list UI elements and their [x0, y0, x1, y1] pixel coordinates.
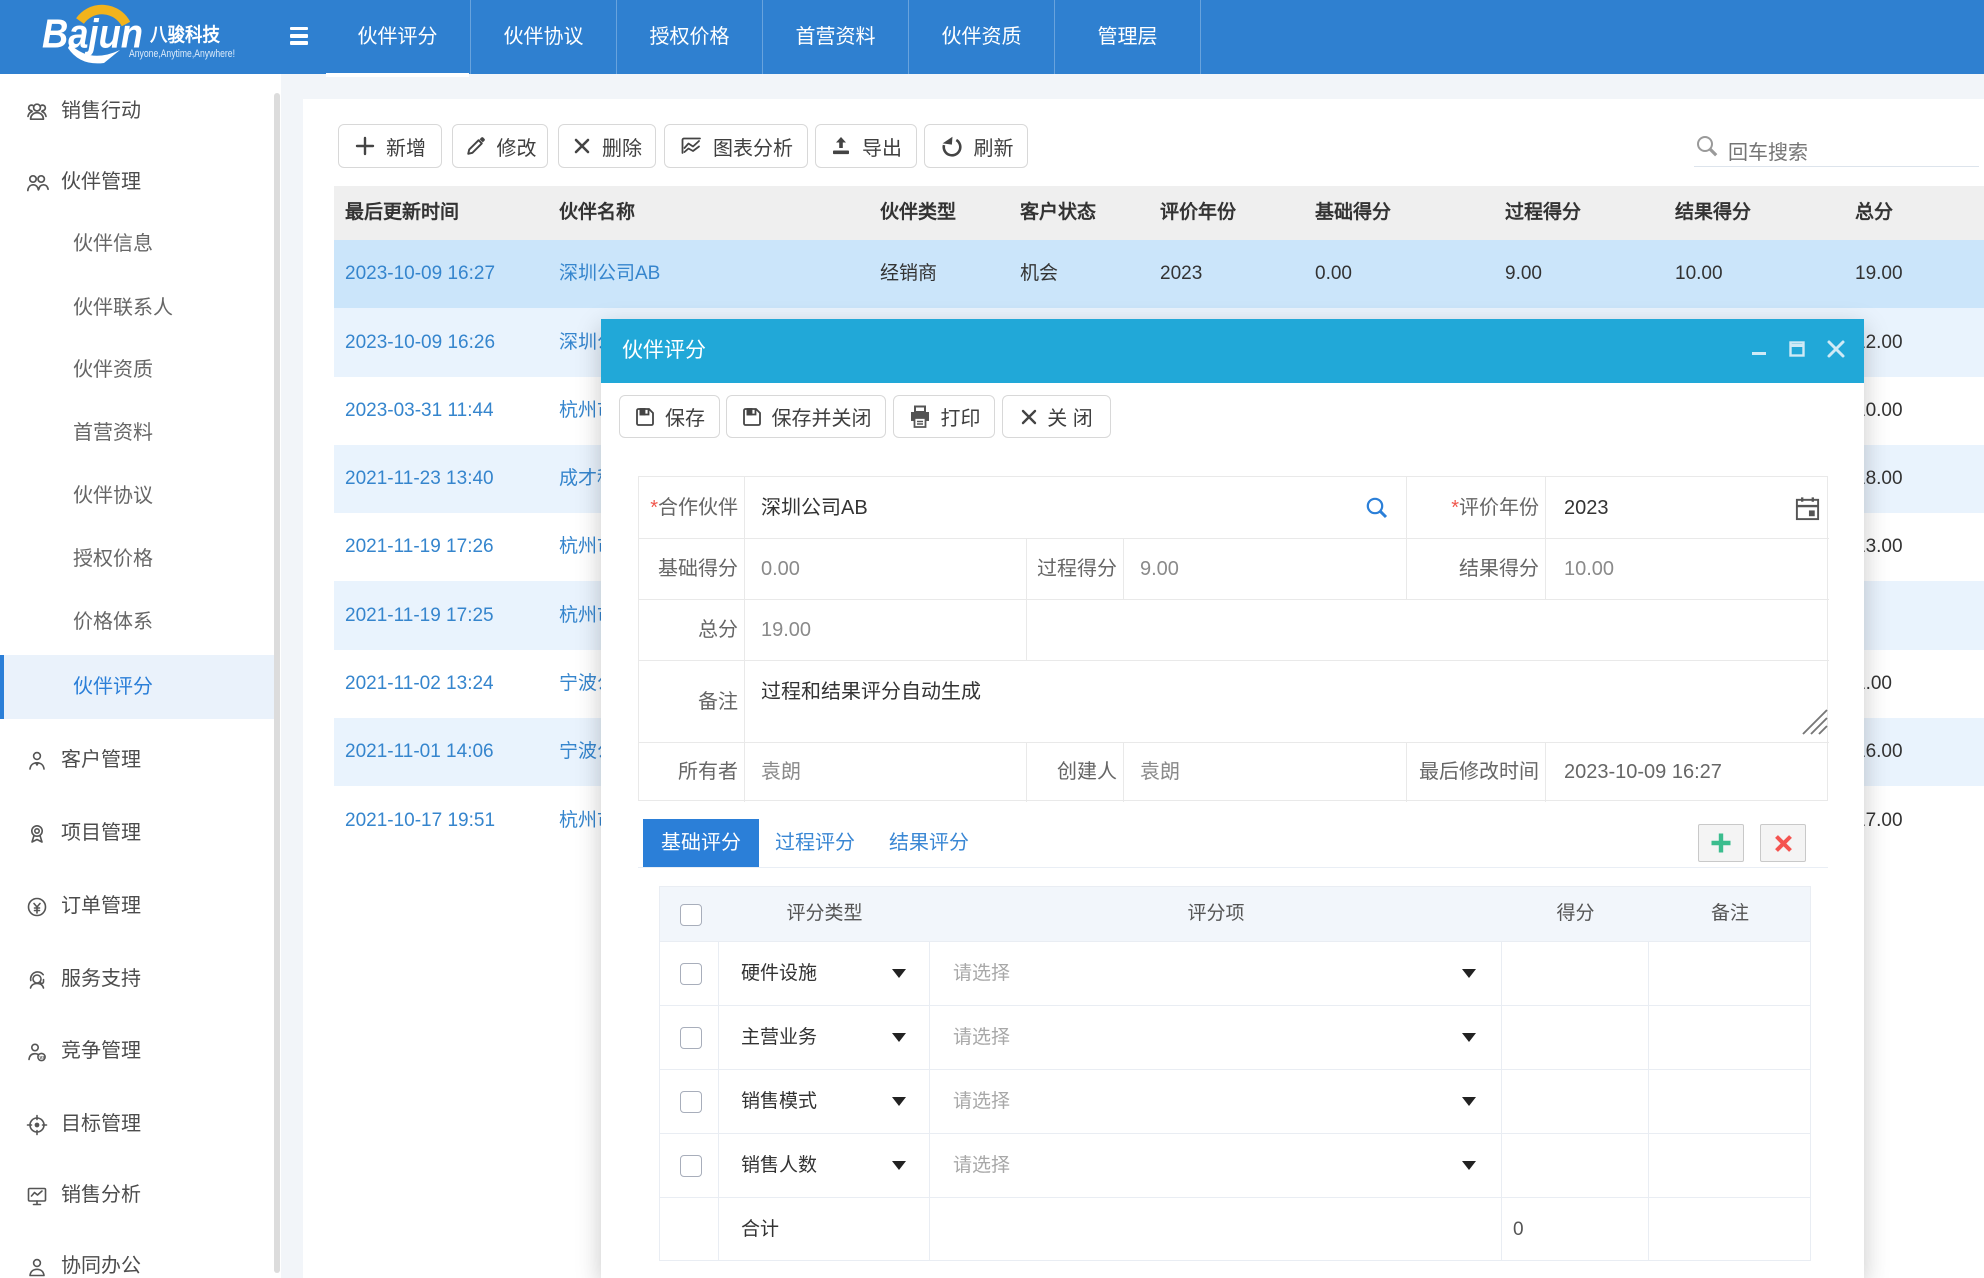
svg-text:八骏科技: 八骏科技 — [150, 23, 221, 46]
svg-text:Bajun: Bajun — [42, 11, 143, 57]
svg-text:vs: vs — [40, 1055, 46, 1061]
svg-text:Anyone,Anytime,Anywhere!: Anyone,Anytime,Anywhere! — [129, 48, 235, 60]
